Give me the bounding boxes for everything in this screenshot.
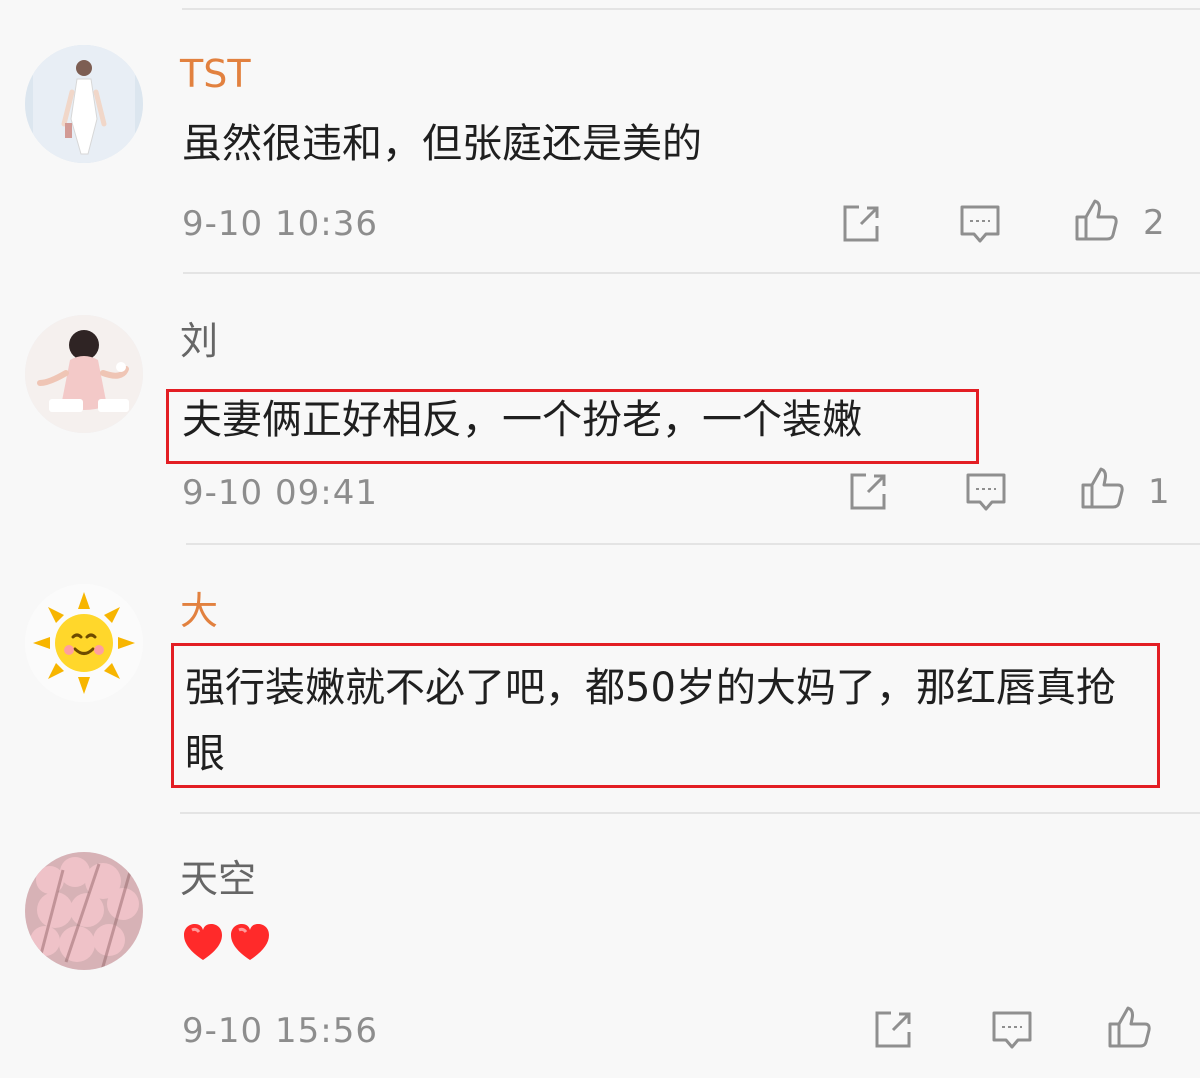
comment-divider (186, 543, 1200, 545)
share-button[interactable] (846, 470, 890, 514)
reply-button[interactable] (964, 470, 1008, 514)
avatar[interactable] (25, 45, 143, 163)
emoji-content (182, 923, 271, 963)
share-icon (843, 205, 879, 242)
timestamp: 9-10 10:36 (182, 204, 378, 244)
reply-button[interactable] (990, 1008, 1034, 1052)
comment-divider (183, 272, 1200, 274)
heart-icon (231, 924, 269, 960)
thumbs-up-icon (1081, 467, 1124, 509)
comment-text: 强行装嫩就不必了吧，都50岁的大妈了，那红唇真抢眼 (185, 665, 1116, 777)
thumbs-up-icon (1075, 199, 1118, 241)
smiling-sun-icon (25, 584, 143, 702)
avatar[interactable] (25, 852, 143, 970)
timestamp: 9-10 09:41 (182, 473, 378, 513)
username[interactable]: 天空 (180, 857, 256, 901)
comment-feed: TST 虽然很违和，但张庭还是美的 9-10 10:36 2 刘 夫妻俩正好相反… (0, 0, 1200, 1078)
reply-button[interactable] (958, 202, 1002, 246)
username[interactable]: TST (180, 52, 251, 96)
comment-divider (180, 812, 1200, 814)
pink-blossoms-icon (25, 852, 143, 970)
avatar[interactable] (25, 315, 143, 433)
username[interactable]: 大 (180, 589, 218, 633)
username[interactable]: 刘 (180, 319, 218, 363)
comment-icon (966, 473, 1006, 511)
share-icon (850, 473, 886, 510)
thumbs-up-icon (1108, 1006, 1151, 1048)
like-button[interactable] (1074, 199, 1118, 243)
like-button[interactable] (1080, 467, 1124, 511)
woman-in-pink-icon (25, 315, 143, 433)
heart-icon (184, 924, 222, 960)
like-count: 2 (1143, 203, 1165, 243)
avatar[interactable] (25, 584, 143, 702)
like-button[interactable] (1107, 1006, 1151, 1050)
comment-text: 虽然很违和，但张庭还是美的 (182, 121, 702, 167)
top-divider (182, 8, 1200, 10)
share-button[interactable] (871, 1008, 915, 1052)
share-icon (875, 1011, 911, 1048)
comment-icon (960, 205, 1000, 243)
woman-in-white-dress-icon (25, 45, 143, 163)
timestamp: 9-10 15:56 (182, 1011, 378, 1051)
share-button[interactable] (839, 202, 883, 246)
comment-text: 夫妻俩正好相反，一个扮老，一个装嫩 (182, 397, 862, 443)
like-count: 1 (1148, 472, 1170, 512)
comment-icon (992, 1011, 1032, 1049)
